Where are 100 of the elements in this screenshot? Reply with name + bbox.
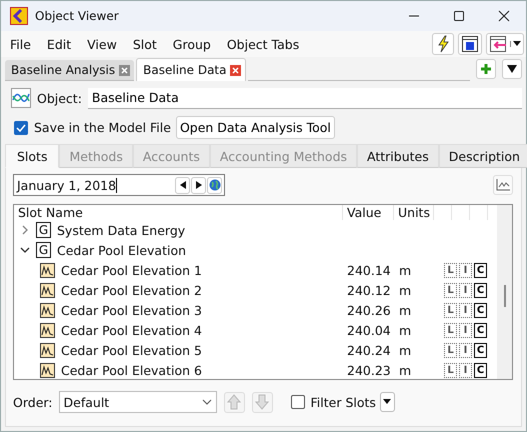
slot-name[interactable]: Cedar Pool Elevation 5 bbox=[61, 342, 202, 358]
right-triangle-icon bbox=[196, 181, 202, 189]
flag-indicator: I bbox=[459, 262, 472, 278]
slot-name[interactable]: Cedar Pool Elevation 2 bbox=[61, 282, 202, 298]
slot-name[interactable]: Cedar Pool Elevation 4 bbox=[61, 322, 202, 338]
lightning-button[interactable] bbox=[432, 33, 454, 55]
menu-item[interactable]: Object Tabs bbox=[226, 36, 300, 52]
column-header[interactable]: Value bbox=[343, 205, 394, 220]
filter-menu-button[interactable] bbox=[380, 392, 395, 412]
group-badge: G bbox=[36, 222, 51, 238]
scrollbar-thumb[interactable] bbox=[504, 285, 506, 307]
tab[interactable]: Description bbox=[438, 144, 527, 168]
lightning-icon bbox=[436, 35, 450, 53]
menu-item[interactable]: View bbox=[87, 36, 117, 52]
left-triangle-icon bbox=[180, 181, 186, 189]
order-label: Order: bbox=[13, 394, 53, 410]
data-chart-icon bbox=[11, 88, 31, 108]
flag-indicator: I bbox=[459, 302, 472, 318]
value-cell-text: 240.24 bbox=[346, 342, 392, 358]
object-label: Object: bbox=[37, 90, 82, 106]
plus-icon bbox=[480, 63, 492, 75]
tab-list-button[interactable] bbox=[502, 59, 522, 79]
column-header[interactable]: Slot Name bbox=[14, 205, 343, 220]
close-icon bbox=[230, 64, 242, 76]
flag-indicator: C bbox=[474, 262, 487, 278]
globe-icon bbox=[208, 179, 220, 191]
flag-indicator: I bbox=[459, 282, 472, 298]
line-chart-icon bbox=[496, 179, 510, 191]
save-in-model-checkbox[interactable]: Save in the Model File bbox=[14, 120, 171, 135]
filter-slots-checkbox[interactable]: Filter Slots bbox=[290, 394, 376, 410]
series-slot-icon bbox=[40, 362, 55, 378]
app-logo-icon bbox=[10, 7, 28, 25]
caret-icon bbox=[510, 41, 521, 47]
units-cell-text: m bbox=[398, 262, 412, 278]
flag-indicator: I bbox=[459, 342, 472, 358]
flag-indicator: L bbox=[444, 322, 457, 338]
slot-name[interactable]: Cedar Pool Elevation 3 bbox=[61, 302, 202, 318]
series-slot-icon bbox=[40, 342, 55, 358]
open-data-analysis-tool-button[interactable]: Open Data Analysis Tool bbox=[176, 116, 335, 139]
value-cell-text: 240.14 bbox=[346, 262, 392, 278]
caret-icon bbox=[383, 399, 392, 405]
flag-indicator: C bbox=[474, 282, 487, 298]
document-tab[interactable]: Baseline Data bbox=[136, 58, 246, 81]
order-dropdown[interactable]: Default bbox=[58, 391, 217, 413]
document-tab[interactable]: Baseline Analysis bbox=[5, 60, 134, 81]
flag-indicator: I bbox=[459, 362, 472, 378]
flag-indicator: L bbox=[444, 342, 457, 358]
next-button[interactable] bbox=[191, 176, 206, 194]
column-header[interactable]: Units bbox=[394, 205, 434, 220]
date-field[interactable]: January 1, 2018 bbox=[13, 174, 225, 196]
flag-indicator: L bbox=[444, 302, 457, 318]
slot-group-name[interactable]: System Data Energy bbox=[57, 222, 186, 238]
maximize-icon bbox=[452, 10, 464, 22]
units-cell-text: m bbox=[398, 282, 412, 298]
caret-icon bbox=[507, 65, 517, 73]
up-arrow-icon bbox=[227, 394, 242, 410]
slot-group-name[interactable]: Cedar Pool Elevation bbox=[57, 242, 186, 258]
object-name-field[interactable]: Baseline Data bbox=[88, 88, 522, 108]
menu-item[interactable]: File bbox=[10, 36, 31, 52]
value-cell-text: 240.26 bbox=[346, 302, 392, 318]
window-button[interactable] bbox=[458, 33, 482, 55]
menu-item[interactable]: Slot bbox=[132, 36, 157, 52]
flag-indicator: L bbox=[444, 262, 457, 278]
close-icon bbox=[498, 10, 510, 22]
down-arrow-icon bbox=[255, 394, 270, 410]
add-tab-button[interactable] bbox=[476, 59, 496, 79]
tab[interactable]: Slots bbox=[5, 144, 60, 168]
series-slot-icon bbox=[40, 302, 55, 318]
units-cell-text: m bbox=[398, 322, 412, 338]
flag-indicator: C bbox=[474, 302, 487, 318]
slot-name[interactable]: Cedar Pool Elevation 1 bbox=[61, 262, 202, 278]
value-cell-text: 240.23 bbox=[346, 362, 392, 378]
units-cell-text: m bbox=[398, 342, 412, 358]
menu-item[interactable]: Edit bbox=[46, 36, 72, 52]
units-cell-text: m bbox=[398, 302, 412, 318]
close-icon bbox=[119, 64, 130, 76]
series-slot-icon bbox=[40, 282, 55, 298]
flag-indicator: C bbox=[474, 322, 487, 338]
window-title: Object Viewer bbox=[35, 9, 119, 23]
value-cell-text: 240.04 bbox=[346, 322, 392, 338]
series-slot-icon bbox=[40, 262, 55, 278]
flag-indicator: C bbox=[474, 342, 487, 358]
menu-item[interactable]: Group bbox=[172, 36, 211, 52]
slot-name[interactable]: Cedar Pool Elevation 6 bbox=[61, 362, 202, 378]
window-icon bbox=[461, 35, 479, 53]
value-cell-text: 240.12 bbox=[346, 282, 392, 298]
group-badge: G bbox=[36, 242, 51, 258]
plot-button[interactable] bbox=[493, 175, 513, 195]
previous-button[interactable] bbox=[175, 176, 190, 194]
flag-indicator: I bbox=[459, 322, 472, 338]
flag-indicator: C bbox=[474, 362, 487, 378]
tab[interactable]: Attributes bbox=[357, 144, 439, 168]
series-slot-icon bbox=[40, 322, 55, 338]
units-cell-text: m bbox=[398, 362, 412, 378]
flag-indicator: L bbox=[444, 362, 457, 378]
globe-button[interactable] bbox=[207, 176, 222, 194]
flag-indicator: L bbox=[444, 282, 457, 298]
chevron-down-icon bbox=[202, 399, 212, 405]
checkmark-icon bbox=[16, 124, 26, 132]
window-arrow-button[interactable] bbox=[486, 33, 524, 55]
